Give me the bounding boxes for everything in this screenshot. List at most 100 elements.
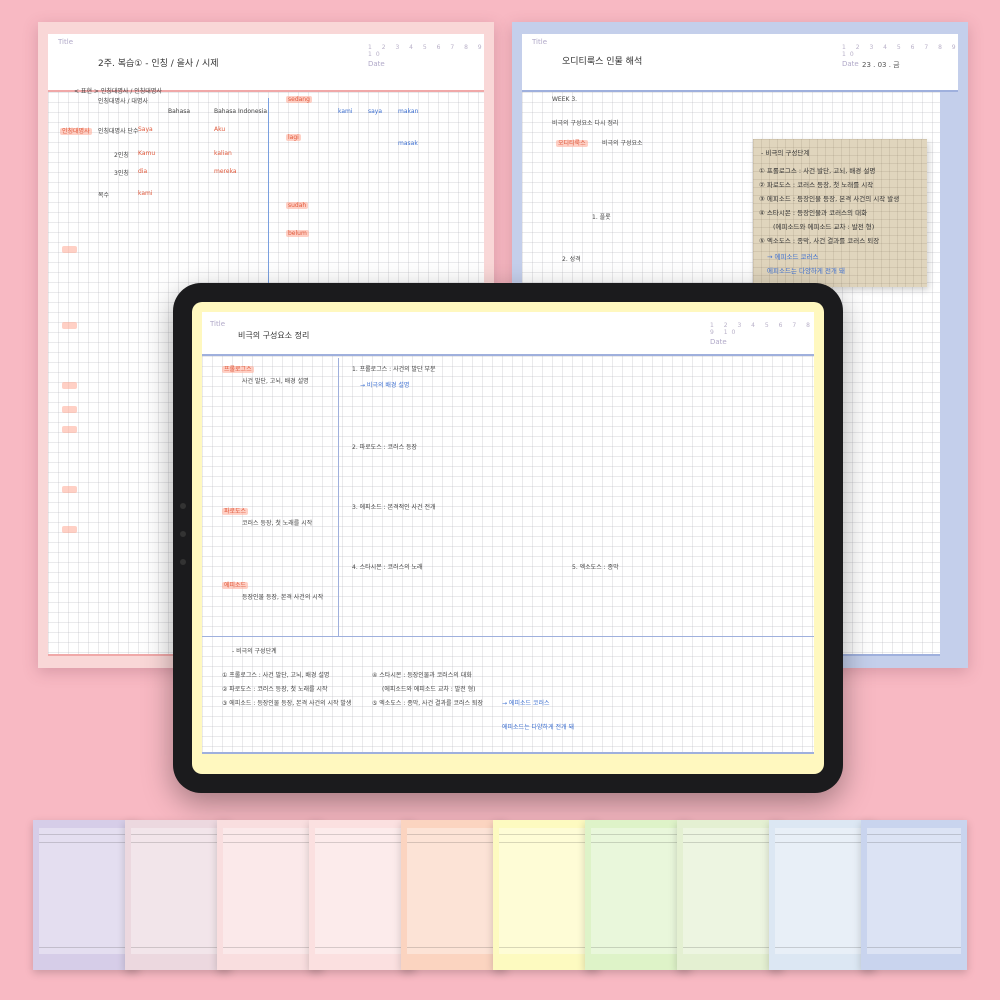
tablet-camera	[180, 503, 186, 509]
body-line: → 비극의 배경 설명	[360, 382, 410, 389]
swatch-line	[775, 842, 869, 843]
swatch-line	[407, 834, 501, 835]
swatch-page	[499, 828, 593, 954]
swatch-line	[39, 834, 133, 835]
swatch-line	[683, 947, 777, 948]
swatch-line	[407, 947, 501, 948]
color-swatch-light-blue[interactable]	[769, 820, 875, 970]
swatch-page	[867, 828, 961, 954]
swatch-line	[223, 947, 317, 948]
swatch-line	[591, 834, 685, 835]
note-line: Saya	[138, 126, 153, 133]
date-label: Date	[710, 338, 727, 346]
note-line: 3인칭	[114, 170, 129, 177]
color-swatch-light-pink[interactable]	[217, 820, 323, 970]
swatch-line	[867, 947, 961, 948]
cornell-tag: 프롤로그스	[222, 366, 254, 373]
swatch-page	[131, 828, 225, 954]
note-tag	[62, 382, 78, 389]
note-line: 2인칭	[114, 152, 129, 159]
title-label: Title	[210, 320, 226, 328]
note-line: mereka	[214, 168, 237, 175]
tablet-screen: Title 비극의 구성요소 정리 1 2 3 4 5 6 7 8 9 10 D…	[192, 302, 824, 774]
swatch-line	[131, 947, 225, 948]
note-line: Kamu	[138, 150, 156, 157]
note-line: 비극의 구성요소	[602, 140, 643, 147]
summary-item: ① 프롤로그스 : 사건 발단, 고뇌, 배경 설명	[222, 672, 330, 679]
swatch-page	[683, 828, 777, 954]
tablet-title: 비극의 구성요소 정리	[238, 331, 310, 340]
color-swatch-dusty-pink[interactable]	[125, 820, 231, 970]
swatch-page	[223, 828, 317, 954]
note-tag	[62, 406, 78, 413]
sticky-item: ① 프롤로그스 : 사건 발단, 고뇌, 배경 설명	[759, 167, 876, 175]
note-tag	[62, 322, 78, 329]
swatch-line	[131, 834, 225, 835]
sticky-item: ③ 에피소드 : 등장인물 등장, 본격 사건의 시작 발생	[759, 195, 900, 203]
swatch-line	[315, 834, 409, 835]
summary-item: ⑤ 엑소도스 : 종막, 사건 결과를 코러스 퇴장	[372, 700, 483, 707]
tablet-camera	[180, 559, 186, 565]
note-line: WEEK 3.	[552, 96, 578, 103]
note-line: Aku	[214, 126, 226, 133]
sticky-item: ④ 스타시몬 : 등장인물과 코러스의 대화	[759, 209, 868, 217]
swatch-line	[131, 842, 225, 843]
color-swatch-lavender[interactable]	[33, 820, 139, 970]
cornell-tag: 에피소드	[222, 582, 249, 589]
cornell-tag: 파로도스	[222, 508, 249, 515]
note-line: kami	[138, 190, 153, 197]
color-swatch-peach[interactable]	[401, 820, 507, 970]
date-label: Date	[842, 60, 859, 68]
summary-item: → 에피소드 코러스	[502, 700, 550, 707]
note-line: lagi	[286, 134, 301, 141]
color-swatch-light-green[interactable]	[585, 820, 691, 970]
note-tag	[62, 426, 78, 433]
cornell-note: 등장인물 등장, 본격 사건의 시작	[242, 594, 324, 601]
date-value: 23 . 03 . 금	[862, 61, 900, 69]
note-line: makan	[398, 108, 419, 115]
summary-item: 에피소드는 다양하게 전개 돼	[502, 724, 574, 731]
swatch-line	[315, 842, 409, 843]
note-line: sedang	[286, 96, 312, 103]
note-line: 1. 플롯	[592, 214, 611, 221]
sticky-item: (에피소드와 에피소드 교차 : 발전 형)	[773, 223, 875, 231]
sticky-item: 에피소드는 다양하게 전개 돼	[767, 267, 845, 275]
note-line: sudah	[286, 202, 309, 209]
color-swatch-blush[interactable]	[309, 820, 415, 970]
swatch-page	[315, 828, 409, 954]
tablet-summary-area	[202, 636, 814, 752]
note-line: 인칭대명사 / 대명사	[98, 98, 148, 105]
page-numbers: 1 2 3 4 5 6 7 8 9 10	[842, 44, 960, 58]
note-tag	[62, 526, 78, 533]
body-line: 5. 엑소도스 : 종막	[572, 564, 619, 571]
swatch-line	[591, 842, 685, 843]
cornell-note: 코러스 등장, 첫 노래를 시작	[242, 520, 313, 527]
note-line: 비극의 구성요소 다시 정리	[552, 120, 619, 127]
color-swatch-mint[interactable]	[677, 820, 783, 970]
sticky-item: ⑤ 엑소도스 : 종막, 사건 결과를 코러스 퇴장	[759, 237, 880, 245]
date-label: Date	[368, 60, 385, 68]
swatch-page	[591, 828, 685, 954]
color-swatch-lemon[interactable]	[493, 820, 599, 970]
page-numbers: 1 2 3 4 5 6 7 8 9 10	[710, 322, 814, 336]
note-line: masak	[398, 140, 418, 147]
note-line: belum	[286, 230, 309, 237]
note-line: Bahasa	[168, 108, 191, 115]
note-line: 복수	[98, 192, 110, 199]
swatch-line	[223, 834, 317, 835]
note-line: 인칭대명사	[60, 128, 92, 135]
swatch-line	[499, 842, 593, 843]
swatch-line	[775, 834, 869, 835]
note-line: saya	[368, 108, 383, 115]
swatch-line	[39, 842, 133, 843]
swatch-line	[683, 842, 777, 843]
sticky-note: - 비극의 구성단계 ① 프롤로그스 : 사건 발단, 고뇌, 배경 설명 ② …	[753, 139, 927, 287]
note-line: Bahasa Indonesia	[214, 108, 267, 115]
color-swatch-periwinkle[interactable]	[861, 820, 967, 970]
summary-item: ③ 에피소드 : 등장인물 등장, 본격 사건의 시작 발생	[222, 700, 352, 707]
swatch-line	[315, 947, 409, 948]
swatch-line	[499, 947, 593, 948]
swatch-line	[867, 834, 961, 835]
swatch-line	[407, 842, 501, 843]
sticky-heading: - 비극의 구성단계	[761, 149, 810, 157]
